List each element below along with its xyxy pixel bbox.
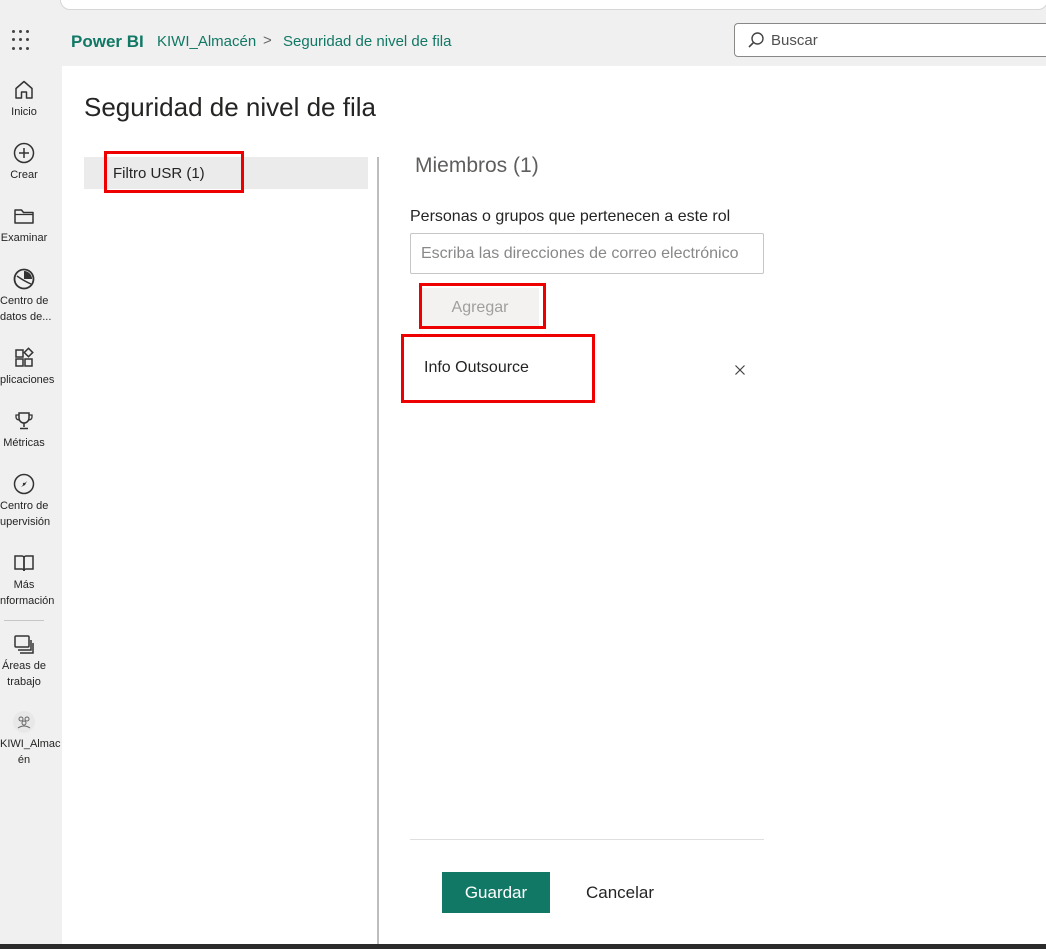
nav-label: nformación — [0, 595, 55, 607]
nav-item-kiwi-almacen[interactable]: KIWI_Almac én — [0, 710, 61, 768]
role-item-filtro-usr[interactable]: Filtro USR (1) — [84, 157, 368, 189]
nav-label: Examinar — [0, 232, 48, 244]
email-field[interactable] — [410, 233, 764, 274]
member-list-item: Info Outsource — [410, 344, 756, 394]
folder-icon — [14, 209, 34, 224]
nav-label: plicaciones — [0, 374, 55, 386]
members-description: Personas o grupos que pertenecen a este … — [410, 208, 731, 225]
close-icon[interactable] — [734, 364, 746, 376]
taskbar-edge — [0, 944, 1046, 949]
breadcrumb-workspace[interactable]: KIWI_Almacén — [157, 33, 256, 50]
nav-label: Métricas — [3, 437, 45, 449]
nav-label: Áreas de — [1, 660, 47, 672]
trophy-icon — [15, 412, 33, 430]
book-icon — [14, 555, 34, 572]
monitor-hub-icon — [13, 473, 35, 495]
apps-icon — [15, 347, 34, 367]
nav-label: Inicio — [11, 106, 37, 118]
main-content: Seguridad de nivel de fila Filtro USR (1… — [62, 66, 1046, 944]
nav-label: upervisión — [0, 516, 51, 528]
search-box[interactable] — [734, 23, 1046, 57]
nav-label: Centro de — [0, 295, 49, 307]
members-title: Miembros (1) — [415, 154, 539, 177]
browser-top-strip — [0, 0, 1046, 14]
nav-divider — [4, 620, 44, 621]
role-label: Filtro USR (1) — [113, 165, 205, 182]
nav-item-aplicaciones[interactable]: plicaciones — [0, 346, 55, 388]
breadcrumb-separator: > — [263, 32, 272, 49]
member-name: Info Outsource — [424, 359, 529, 376]
top-header: Power BI KIWI_Almacén > Seguridad de niv… — [0, 14, 1046, 66]
workspaces-icon — [14, 635, 34, 654]
nav-item-areas-trabajo[interactable]: Áreas de trabajo — [0, 632, 48, 690]
nav-item-inicio[interactable]: Inicio — [0, 78, 48, 120]
app-launcher-icon[interactable] — [12, 30, 34, 52]
home-icon — [15, 80, 33, 99]
breadcrumb-current: Seguridad de nivel de fila — [283, 33, 452, 50]
page-title: Seguridad de nivel de fila — [84, 92, 376, 122]
nav-label: Más — [13, 579, 35, 591]
nav-item-mas-informacion[interactable]: Más nformación — [0, 551, 55, 609]
search-input[interactable] — [771, 28, 1041, 52]
plus-circle-icon — [13, 142, 35, 164]
save-button[interactable]: Guardar — [442, 872, 550, 913]
browser-address-bar[interactable] — [60, 0, 1046, 10]
nav-item-crear[interactable]: Crear — [0, 141, 48, 183]
nav-label: Crear — [10, 169, 38, 181]
nav-label: datos de... — [0, 311, 52, 323]
left-nav: Inicio Crear Examinar Centro de datos de… — [0, 66, 62, 949]
brand-title[interactable]: Power BI — [71, 32, 144, 52]
nav-item-examinar[interactable]: Examinar — [0, 204, 48, 246]
data-hub-icon — [13, 268, 35, 290]
footer-divider — [410, 839, 764, 840]
nav-label: trabajo — [7, 676, 41, 688]
nav-label: én — [17, 754, 31, 766]
vertical-divider — [377, 157, 379, 944]
nav-item-centro-supervision[interactable]: Centro de upervisión — [0, 472, 51, 530]
nav-item-metricas[interactable]: Métricas — [0, 409, 48, 451]
nav-item-centro-datos[interactable]: Centro de datos de... — [0, 267, 52, 325]
workspace-avatar-icon — [13, 711, 35, 733]
cancel-button[interactable]: Cancelar — [572, 872, 668, 913]
nav-label: KIWI_Almac — [0, 738, 61, 750]
add-member-button[interactable]: Agregar — [421, 288, 539, 328]
search-icon — [748, 32, 764, 48]
nav-label: Centro de — [0, 500, 49, 512]
